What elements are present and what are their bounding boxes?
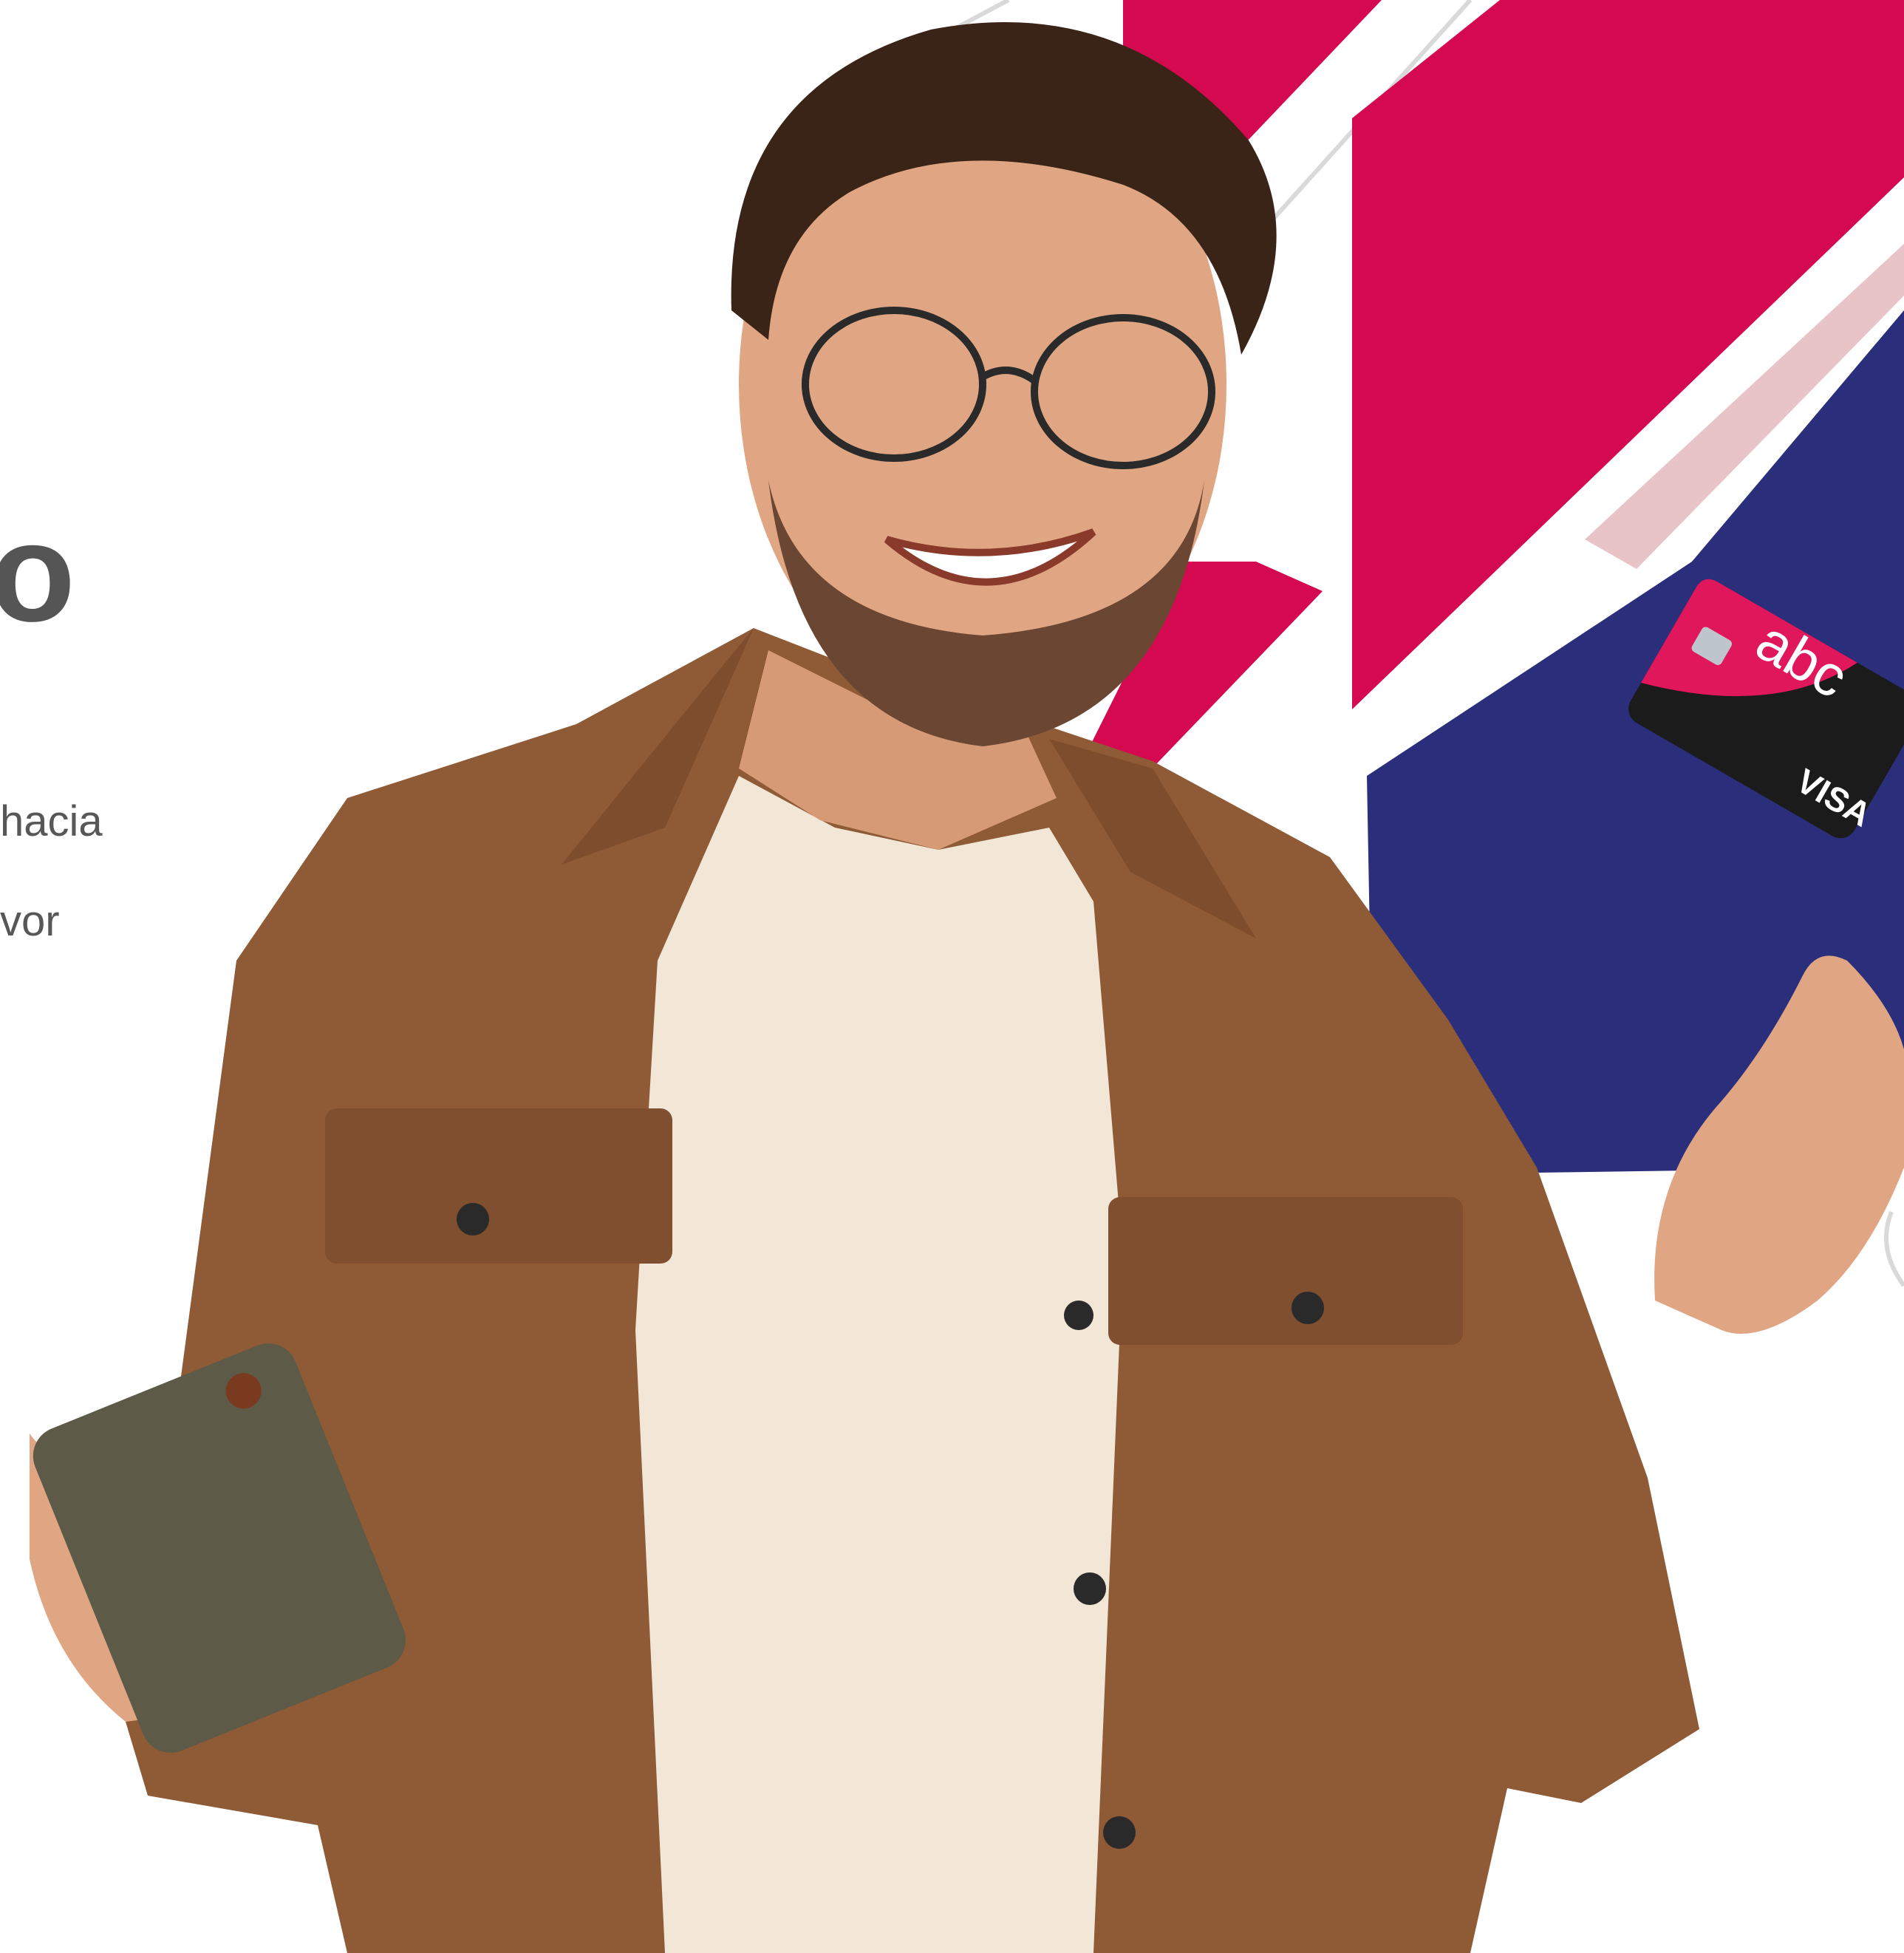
pocket-left: [325, 1108, 672, 1264]
hero-illustration: abc VISA: [30, 0, 1904, 1953]
tshirt: [635, 776, 1123, 1953]
pocket-right: [1108, 1197, 1463, 1345]
